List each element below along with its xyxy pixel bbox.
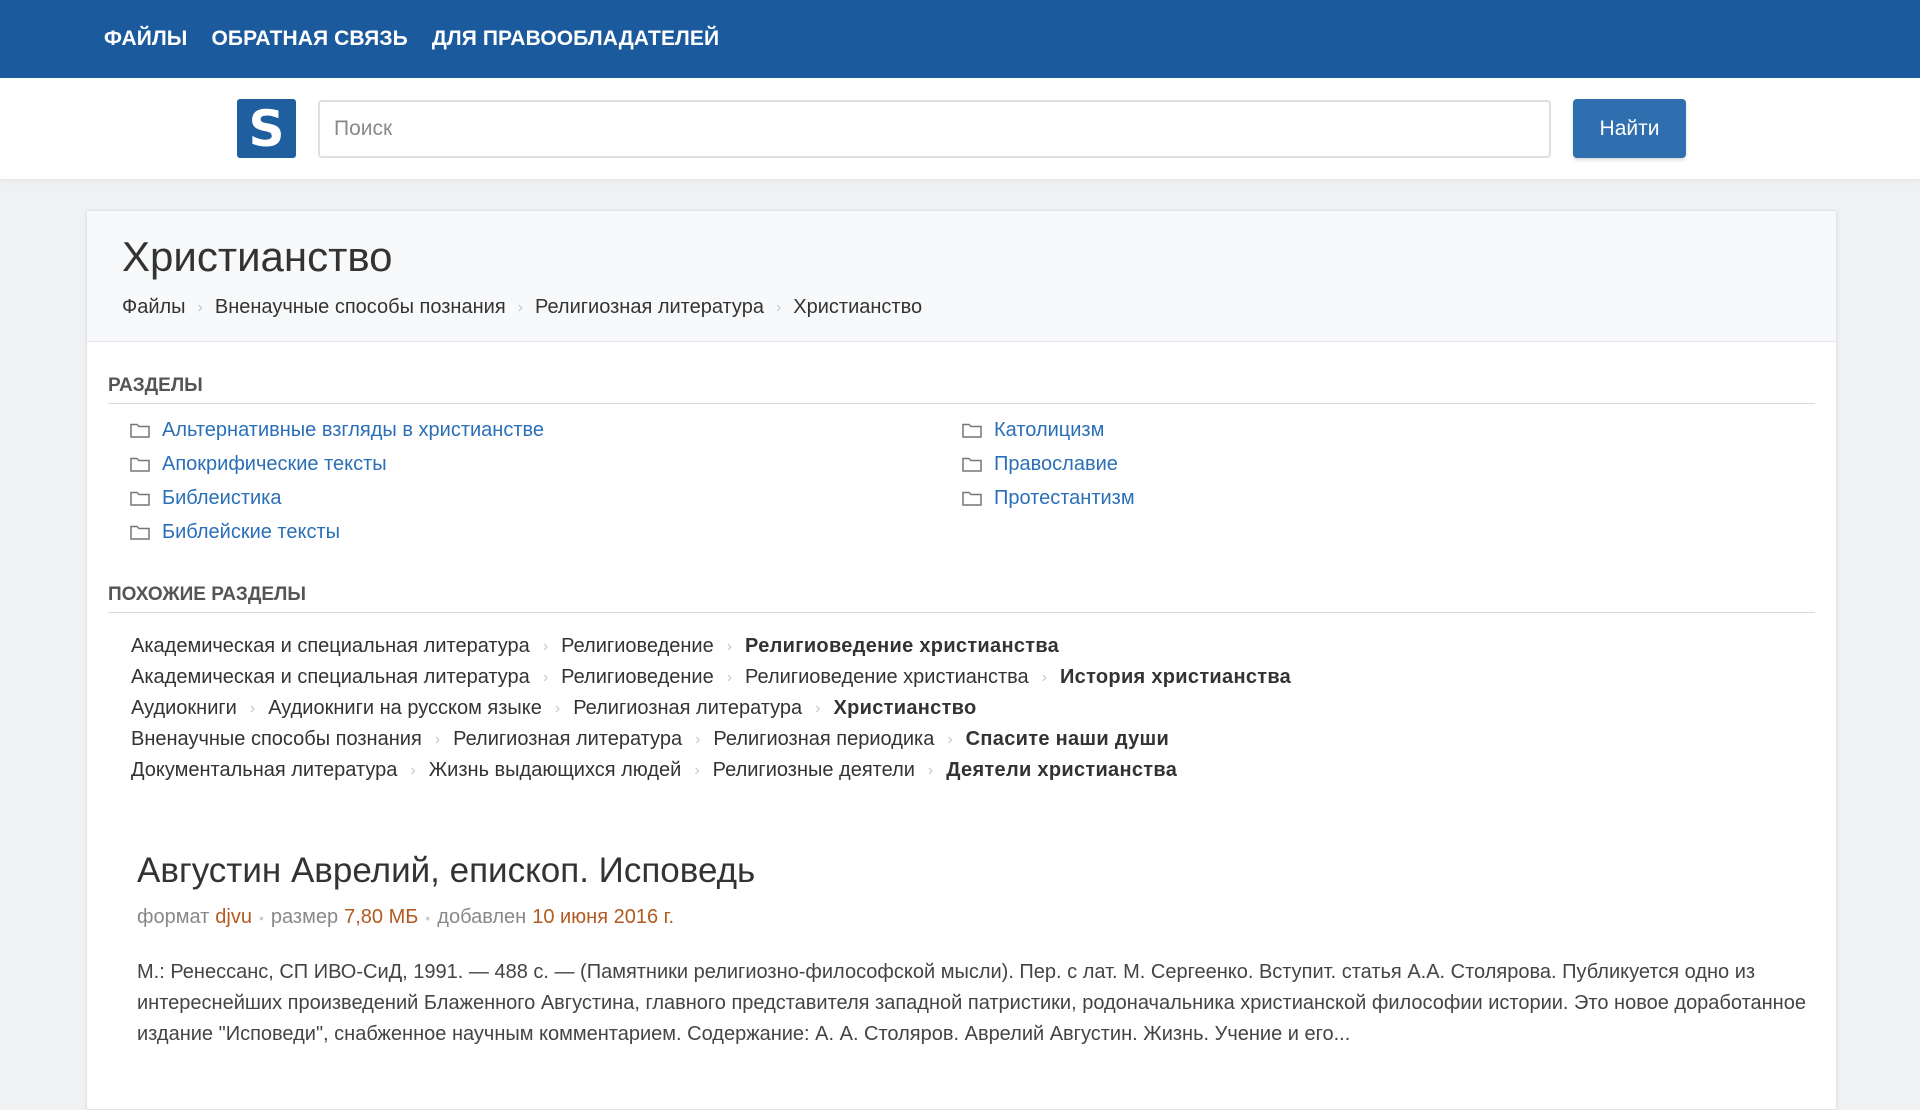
added-value: 10 июня 2016 г. — [532, 906, 675, 928]
file-result: Августин Аврелий, епископ. Исповедь форм… — [87, 783, 1836, 1050]
similar-crumb-target[interactable]: Спасите наши души — [966, 728, 1169, 751]
similar-crumb[interactable]: Религиозные деятели — [713, 759, 915, 782]
similar-crumb-target[interactable]: Религиоведение христианства — [745, 635, 1059, 658]
section-link[interactable]: Протестантизм — [962, 486, 1135, 510]
chevron-right-icon: › — [542, 637, 549, 655]
similar-crumb[interactable]: Аудиокниги — [131, 697, 237, 720]
chevron-right-icon: › — [815, 699, 821, 717]
similar-list: Академическая и специальная литература ›… — [108, 613, 1815, 783]
chevron-right-icon: › — [726, 637, 733, 655]
section-link-label: Библеистика — [162, 486, 282, 509]
similar-crumb[interactable]: Религиоведение христианства — [745, 666, 1029, 689]
section-link-label: Протестантизм — [994, 486, 1135, 509]
chevron-right-icon: › — [249, 699, 256, 717]
folder-icon — [130, 423, 150, 438]
search-input[interactable] — [318, 99, 1551, 158]
similar-crumb[interactable]: Религиозная литература — [573, 697, 802, 720]
similar-crumb[interactable]: Академическая и специальная литература — [131, 635, 530, 658]
similar-crumb[interactable]: Документальная литература — [131, 759, 397, 782]
chevron-right-icon: › — [947, 730, 953, 748]
chevron-right-icon: › — [410, 761, 416, 779]
chevron-right-icon: › — [695, 730, 701, 748]
chevron-right-icon: › — [554, 699, 561, 717]
similar-crumb[interactable]: Религиоведение — [561, 635, 714, 658]
folder-icon — [962, 491, 982, 506]
sections-list: Альтернативные взгляды в христианстве Ап… — [108, 404, 1815, 544]
similar-crumb[interactable]: Аудиокниги на русском языке — [268, 697, 542, 720]
similar-crumb-target[interactable]: История христианства — [1060, 666, 1291, 689]
similar-crumb[interactable]: Вненаучные способы познания — [131, 728, 422, 751]
similar-row: Академическая и специальная литература ›… — [131, 665, 1815, 690]
content-card: Христианство Файлы › Вненаучные способы … — [86, 210, 1837, 1110]
similar-row: Аудиокниги › Аудиокниги на русском языке… — [131, 696, 1815, 721]
section-link[interactable]: Библейские тексты — [130, 520, 962, 544]
nav-rightholders-link[interactable]: ДЛЯ ПРАВООБЛАДАТЕЛЕЙ — [432, 27, 719, 51]
similar-crumb[interactable]: Жизнь выдающихся людей — [429, 759, 682, 782]
section-link[interactable]: Альтернативные взгляды в христианстве — [130, 418, 962, 442]
page-title: Христианство — [122, 233, 393, 280]
folder-icon — [130, 525, 150, 540]
section-link[interactable]: Библеистика — [130, 486, 962, 510]
section-link-label: Католицизм — [994, 418, 1105, 441]
sections-heading: РАЗДЕЛЫ — [108, 375, 1815, 404]
section-link[interactable]: Православие — [962, 452, 1135, 476]
breadcrumb-item[interactable]: Вненаучные способы познания — [215, 296, 506, 319]
chevron-right-icon: › — [197, 298, 203, 316]
sections-column-left: Альтернативные взгляды в христианстве Ап… — [108, 418, 962, 544]
section-link-label: Библейские тексты — [162, 520, 340, 543]
folder-icon — [130, 457, 150, 472]
search-button[interactable]: Найти — [1573, 99, 1686, 158]
similar-heading: ПОХОЖИЕ РАЗДЕЛЫ — [108, 584, 1815, 613]
chevron-right-icon: › — [927, 761, 934, 779]
section-link[interactable]: Апокрифические тексты — [130, 452, 962, 476]
similar-block: ПОХОЖИЕ РАЗДЕЛЫ Академическая и специаль… — [87, 544, 1836, 783]
breadcrumb-item: Христианство — [793, 296, 923, 318]
chevron-right-icon: › — [694, 761, 700, 779]
similar-row: Документальная литература › Жизнь выдающ… — [131, 758, 1815, 783]
site-logo[interactable]: S — [237, 99, 296, 158]
chevron-right-icon: › — [775, 298, 782, 316]
similar-crumb[interactable]: Академическая и специальная литература — [131, 666, 530, 689]
file-description: М.: Ренессанс, СП ИВО-СиД, 1991. — 488 с… — [137, 961, 1806, 1045]
folder-icon — [130, 491, 150, 506]
search-bar: S Найти — [0, 78, 1920, 180]
similar-row: Вненаучные способы познания › Религиозна… — [131, 727, 1815, 752]
similar-crumb[interactable]: Религиозная периодика — [713, 728, 934, 751]
separator-dot: • — [425, 909, 431, 926]
folder-icon — [962, 457, 982, 472]
chevron-right-icon: › — [434, 730, 441, 748]
separator-dot: • — [259, 909, 264, 926]
similar-crumb-target[interactable]: Христианство — [834, 697, 977, 720]
page-header: Христианство Файлы › Вненаучные способы … — [87, 211, 1836, 342]
similar-crumb-target[interactable]: Деятели христианства — [946, 759, 1177, 782]
breadcrumb: Файлы › Вненаучные способы познания › Ре… — [122, 296, 1836, 319]
section-link-label: Православие — [994, 452, 1118, 475]
section-link-label: Апокрифические тексты — [162, 452, 387, 475]
chevron-right-icon: › — [1041, 668, 1047, 686]
format-value: djvu — [215, 906, 252, 928]
section-link[interactable]: Католицизм — [962, 418, 1135, 442]
similar-crumb[interactable]: Религиозная литература — [453, 728, 682, 751]
file-title-link[interactable]: Августин Аврелий, епископ. Исповедь — [137, 851, 1836, 891]
chevron-right-icon: › — [517, 298, 523, 316]
added-label: добавлен — [437, 906, 527, 928]
nav-files-link[interactable]: ФАЙЛЫ — [104, 27, 187, 51]
similar-row: Академическая и специальная литература ›… — [131, 634, 1815, 659]
size-label: размер — [270, 906, 339, 928]
breadcrumb-item[interactable]: Религиозная литература — [535, 296, 764, 319]
breadcrumb-item[interactable]: Файлы — [122, 296, 186, 319]
chevron-right-icon: › — [726, 668, 733, 686]
folder-icon — [962, 423, 982, 438]
file-meta: формат djvu • размер 7,80 МБ • добавлен … — [137, 906, 1836, 929]
sections-column-right: Католицизм Православие Протестантизм — [962, 418, 1135, 544]
sections-block: РАЗДЕЛЫ Альтернативные взгляды в христиа… — [87, 342, 1836, 544]
similar-crumb[interactable]: Религиоведение — [561, 666, 714, 689]
section-link-label: Альтернативные взгляды в христианстве — [162, 418, 545, 441]
chevron-right-icon: › — [542, 668, 549, 686]
size-value: 7,80 МБ — [344, 906, 419, 928]
nav-feedback-link[interactable]: ОБРАТНАЯ СВЯЗЬ — [211, 27, 407, 51]
format-label: формат — [137, 906, 210, 928]
top-navbar: ФАЙЛЫ ОБРАТНАЯ СВЯЗЬ ДЛЯ ПРАВООБЛАДАТЕЛЕ… — [0, 0, 1920, 78]
